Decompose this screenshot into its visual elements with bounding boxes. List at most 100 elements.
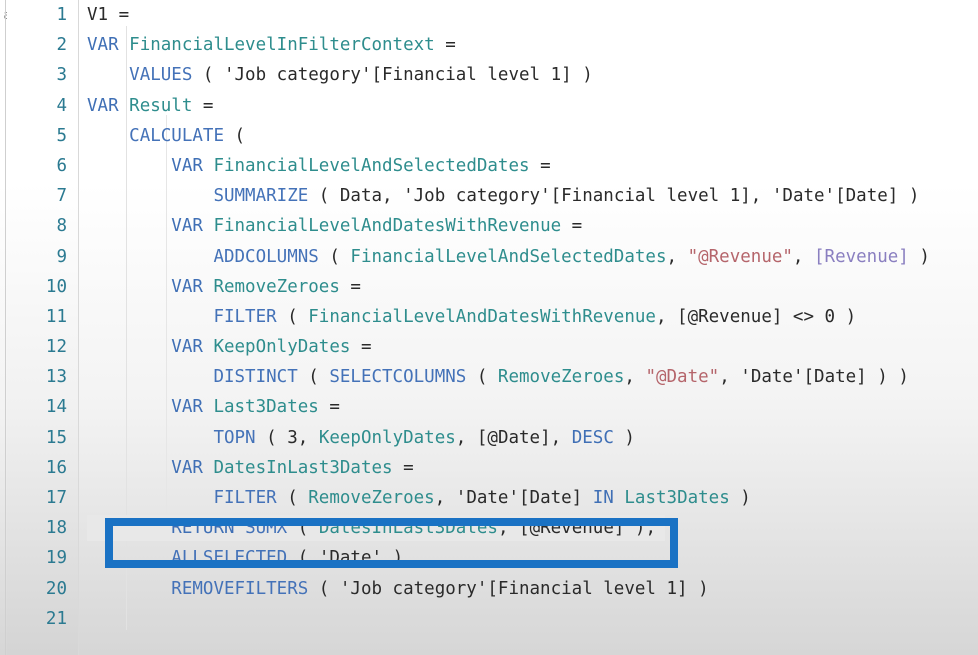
code-line[interactable]: 3 VALUES ( 'Job category'[Financial leve… [7,60,978,90]
token-plain: ( [287,548,319,569]
code-line-text[interactable]: VAR FinancialLevelInFilterContext = [87,30,456,60]
token-plain: ( [318,246,351,267]
token-var: RemoveZeroes [308,488,435,508]
token-str: "@Date" [645,367,720,388]
token-var: FinancialLevelAndSelectedDates [350,246,667,267]
code-line[interactable]: 18 RETURN SUMX ( DatesInLast3Dates, [@Re… [7,513,978,543]
code-line[interactable]: 12 VAR KeepOnlyDates = [7,332,978,362]
line-number: 9 [56,246,67,267]
code-line[interactable]: 11 FILTER ( FinancialLevelAndDatesWithRe… [7,302,978,332]
code-line[interactable]: 15 TOPN ( 3, KeepOnlyDates, [@Date], DES… [7,423,978,453]
code-editor-surface[interactable]: 1 V1 = 2 VAR FinancialLevelInFilterContext … [7,0,978,655]
token-plain: ( [308,578,340,599]
code-line[interactable]: 7 SUMMARIZE ( Data, 'Job category'[Finan… [7,181,978,211]
code-line[interactable]: 2 VAR FinancialLevelInFilterContext = [7,30,978,60]
token-str: "@Revenue" [687,246,793,267]
token-fn: DISTINCT [213,367,298,388]
code-line-text[interactable]: CALCULATE ( [87,121,245,151]
code-line[interactable]: 17 FILTER ( RemoveZeroes, 'Date'[Date] I… [7,483,978,513]
token-plain: , [455,427,477,448]
token-num: 0 [824,306,836,327]
code-line-text[interactable]: VALUES ( 'Job category'[Financial level … [87,60,593,90]
code-line-text[interactable]: VAR KeepOnlyDates = [87,332,372,362]
token-plain: 'Date'[Date] [455,488,583,508]
code-line-text[interactable]: TOPN ( 3, KeepOnlyDates, [@Date], DESC ) [87,423,635,453]
code-line-text[interactable]: ADDCOLUMNS ( FinancialLevelAndSelectedDa… [87,242,930,272]
code-line-text[interactable]: VAR DatesInLast3Dates = [87,453,414,483]
code-line[interactable]: 6 VAR FinancialLevelAndSelectedDates = [7,151,978,181]
token-plain: , [497,518,520,539]
token-plain: ), [624,518,656,539]
code-line-text[interactable]: VAR RemoveZeroes = [87,272,361,302]
token-fn: SELECTCOLUMNS [329,367,467,388]
token-var: RemoveZeroes [213,276,340,297]
token-fn: ADDCOLUMNS [213,246,319,267]
code-line-text[interactable]: FILTER ( RemoveZeroes, 'Date'[Date] IN L… [87,483,750,513]
token-plain: ( [192,65,224,86]
token-plain: ) [613,427,635,448]
code-line-text[interactable]: SUMMARIZE ( Data, 'Job category'[Financi… [87,181,919,211]
token-plain: = [192,95,214,116]
token-plain: , [666,246,688,267]
token-var: Result [129,95,193,116]
token-meas: [Revenue] [814,246,909,267]
token-plain: <> [782,306,825,327]
code-line-text[interactable]: VAR FinancialLevelAndSelectedDates = [87,151,550,181]
token-plain: ) [835,306,857,327]
line-number: 15 [45,427,67,448]
token-fn: FILTER [213,488,277,508]
token-fn: ALLSELECTED [171,548,288,569]
code-line[interactable]: 16 VAR DatesInLast3Dates = [7,453,978,483]
code-line[interactable]: 5 CALCULATE ( [7,121,978,151]
code-line[interactable]: 8 VAR FinancialLevelAndDatesWithRevenue … [7,211,978,241]
code-line-text[interactable]: DISTINCT ( SELECTCOLUMNS ( RemoveZeroes,… [87,362,908,392]
line-number: 19 [45,548,67,569]
token-fn: FILTER [213,306,277,327]
token-var: Last3Dates [624,488,730,508]
token-plain: = [350,337,372,358]
code-line[interactable]: 9 ADDCOLUMNS ( FinancialLevelAndSelected… [7,242,978,272]
code-line[interactable]: 19 ALLSELECTED ( 'Date' ), [7,543,978,573]
line-number: 10 [45,276,67,297]
code-line-text[interactable]: REMOVEFILTERS ( 'Job category'[Financial… [87,574,708,604]
code-line-text[interactable]: V1 = [87,0,129,30]
code-line-text[interactable]: RETURN SUMX ( DatesInLast3Dates, [@Reven… [87,513,656,543]
code-line[interactable]: 20 REMOVEFILTERS ( 'Job category'[Financ… [7,574,978,604]
code-line-text[interactable]: ALLSELECTED ( 'Date' ), [87,543,413,573]
token-plain: ) [908,246,930,267]
code-line-text[interactable]: VAR Result = [87,91,213,121]
code-line[interactable]: 13 DISTINCT ( SELECTCOLUMNS ( RemoveZero… [7,362,978,392]
line-number: 7 [56,186,67,207]
token-var: KeepOnlyDates [213,337,351,358]
line-number: 2 [56,35,67,56]
token-plain: [@Date] [476,427,551,448]
token-kw: VAR [171,155,203,176]
token-plain: , [655,306,678,327]
code-line[interactable]: 10 VAR RemoveZeroes = [7,272,978,302]
token-plain: , [792,246,814,267]
token-plain: = [434,35,456,56]
token-plain: ) [571,65,593,86]
code-line[interactable]: 21 [7,604,978,634]
code-line[interactable]: 4 VAR Result = [7,91,978,121]
code-line[interactable]: 1 V1 = [7,0,978,30]
line-number: 3 [56,65,67,86]
token-kw: DESC [571,427,614,448]
code-line-text[interactable]: VAR Last3Dates = [87,392,340,422]
code-lines-container[interactable]: 1 V1 = 2 VAR FinancialLevelInFilterContext … [7,0,978,634]
code-line-text[interactable]: FILTER ( FinancialLevelAndDatesWithReven… [87,302,856,332]
code-line[interactable]: 14 VAR Last3Dates = [7,392,978,422]
token-plain: ( [276,306,309,327]
token-plain: = [392,457,414,478]
code-line-text[interactable]: VAR FinancialLevelAndDatesWithRevenue = [87,211,582,241]
